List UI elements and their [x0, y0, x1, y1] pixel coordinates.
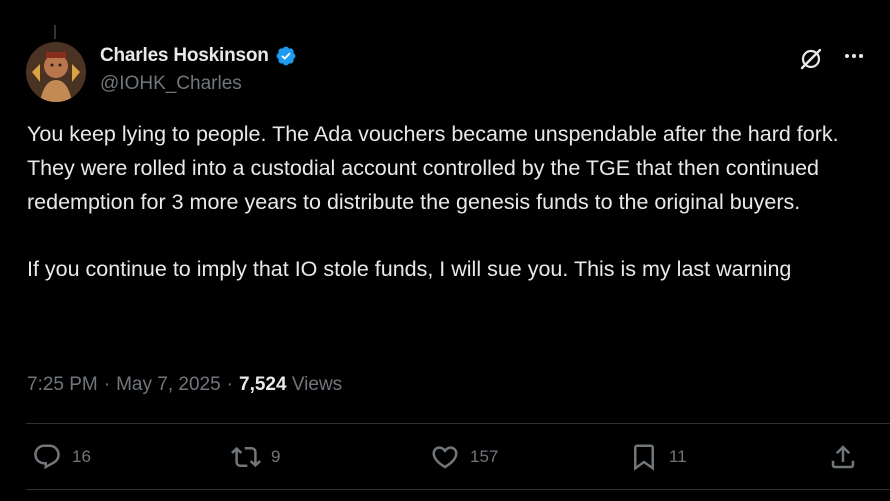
tweet-paragraph: If you continue to imply that IO stole f…	[27, 257, 792, 281]
divider	[26, 423, 890, 424]
like-icon	[432, 446, 458, 469]
bookmark-button[interactable]: 11	[629, 442, 719, 472]
author-name[interactable]: Charles Hoskinson	[100, 45, 269, 67]
like-count: 157	[470, 447, 499, 466]
more-icon[interactable]	[842, 44, 866, 74]
verified-badge-icon	[275, 45, 297, 67]
views-count: 7,524	[239, 374, 287, 395]
tweet-text: You keep lying to people. The Ada vouche…	[27, 117, 872, 286]
reply-count: 16	[72, 447, 91, 466]
share-button[interactable]	[828, 442, 858, 472]
repost-icon	[231, 446, 261, 468]
reply-icon	[34, 444, 60, 470]
divider	[26, 489, 890, 490]
meta-separator: ·	[103, 374, 111, 395]
tweet-paragraph: You keep lying to people. The Ada vouche…	[27, 122, 839, 214]
avatar[interactable]	[26, 42, 86, 102]
tweet-time[interactable]: 7:25 PM	[27, 374, 98, 396]
thread-line	[54, 25, 56, 39]
author-handle[interactable]: @IOHK_Charles	[100, 73, 242, 95]
repost-button[interactable]: 9	[231, 442, 321, 472]
share-icon	[831, 445, 855, 469]
reply-button[interactable]: 16	[32, 442, 122, 472]
grok-icon[interactable]	[798, 46, 824, 72]
tweet-actions: 16 9 157 11	[32, 440, 858, 474]
views-label: Views	[291, 374, 343, 395]
like-button[interactable]: 157	[430, 442, 520, 472]
tweet-meta: 7:25 PM · May 7, 2025 · 7,524 Views	[27, 374, 342, 396]
repost-count: 9	[271, 447, 281, 466]
bookmark-icon	[634, 444, 654, 471]
meta-separator: ·	[226, 374, 233, 395]
bookmark-count: 11	[669, 447, 687, 466]
tweet-date[interactable]: May 7, 2025	[116, 374, 221, 396]
